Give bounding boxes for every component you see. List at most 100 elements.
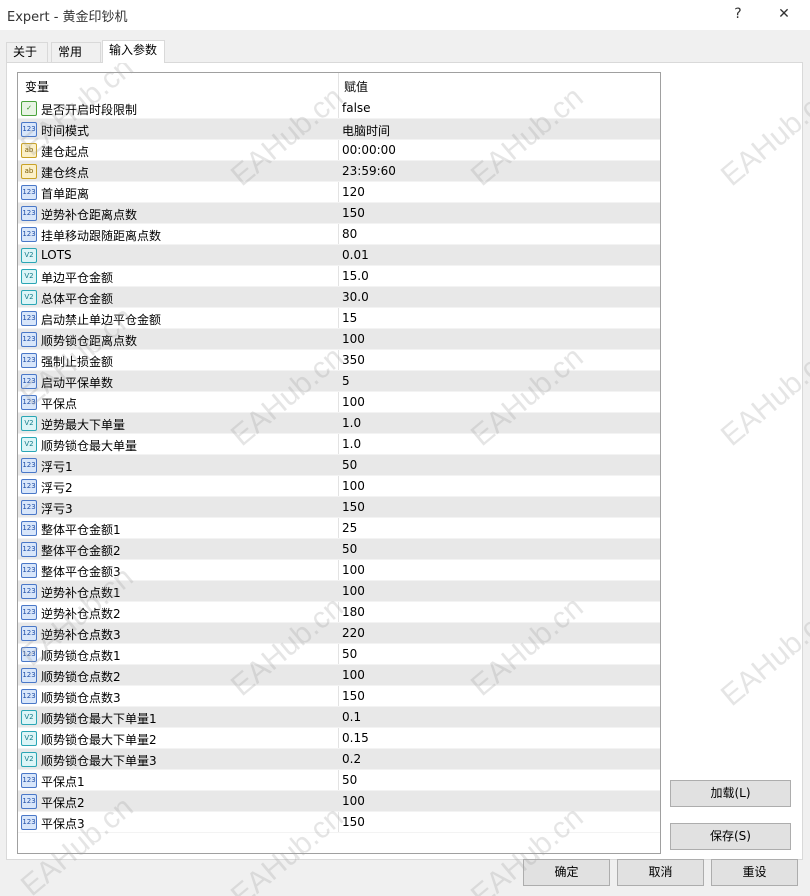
parameter-name: 顺势锁仓最大下单量2: [41, 733, 157, 747]
parameter-value[interactable]: 350: [342, 353, 365, 367]
table-row[interactable]: V2 单边平仓金额 15.0: [18, 266, 660, 287]
table-row[interactable]: V2 逆势最大下单量 1.0: [18, 413, 660, 434]
table-row[interactable]: 123 时间模式 电脑时间: [18, 119, 660, 140]
table-row[interactable]: 123 平保点3 150: [18, 812, 660, 833]
table-row[interactable]: ab 建仓终点 23:59:60: [18, 161, 660, 182]
help-button[interactable]: ?: [723, 2, 753, 26]
grid-header: 变量 赋值: [18, 73, 660, 97]
parameter-value[interactable]: 150: [342, 500, 365, 514]
table-row[interactable]: 123 强制止损金额 350: [18, 350, 660, 371]
table-row[interactable]: V2 顺势锁仓最大单量 1.0: [18, 434, 660, 455]
parameter-value[interactable]: 5: [342, 374, 350, 388]
column-header-value[interactable]: 赋值: [344, 78, 368, 95]
tab-common[interactable]: 常用: [51, 42, 101, 62]
parameter-value[interactable]: 0.2: [342, 752, 361, 766]
reset-button[interactable]: 重设: [711, 859, 798, 886]
table-row[interactable]: 123 平保点 100: [18, 392, 660, 413]
parameter-value[interactable]: 15.0: [342, 269, 369, 283]
table-row[interactable]: V2 LOTS 0.01: [18, 245, 660, 266]
parameter-name: 逆势补仓点数1: [41, 586, 121, 600]
parameter-value[interactable]: 100: [342, 668, 365, 682]
table-row[interactable]: 123 整体平仓金额3 100: [18, 560, 660, 581]
parameter-value[interactable]: 80: [342, 227, 357, 241]
table-row[interactable]: 123 整体平仓金额1 25: [18, 518, 660, 539]
int-icon: 123: [21, 458, 37, 473]
parameter-value[interactable]: 220: [342, 626, 365, 640]
ok-button[interactable]: 确定: [523, 859, 610, 886]
int-icon: 123: [21, 227, 37, 242]
table-row[interactable]: 123 顺势锁仓点数3 150: [18, 686, 660, 707]
table-row[interactable]: 123 启动禁止单边平仓金额 15: [18, 308, 660, 329]
parameter-value[interactable]: 120: [342, 185, 365, 199]
parameter-value[interactable]: 0.01: [342, 248, 369, 262]
parameter-name: 顺势锁仓点数2: [41, 670, 121, 684]
int-icon: 123: [21, 773, 37, 788]
column-header-variable[interactable]: 变量: [25, 78, 49, 95]
table-row[interactable]: 123 启动平保单数 5: [18, 371, 660, 392]
parameter-value[interactable]: 23:59:60: [342, 164, 396, 178]
parameter-value[interactable]: 25: [342, 521, 357, 535]
parameter-name: 浮亏2: [41, 481, 73, 495]
string-icon: ab: [21, 143, 37, 158]
parameter-value[interactable]: 0.15: [342, 731, 369, 745]
parameter-name: 逆势最大下单量: [41, 418, 126, 432]
table-row[interactable]: 123 浮亏2 100: [18, 476, 660, 497]
parameter-value[interactable]: 150: [342, 815, 365, 829]
parameter-value[interactable]: 电脑时间: [342, 122, 390, 139]
table-row[interactable]: V2 总体平仓金额 30.0: [18, 287, 660, 308]
parameter-value[interactable]: false: [342, 101, 371, 115]
parameter-value[interactable]: 100: [342, 794, 365, 808]
int-icon: 123: [21, 584, 37, 599]
table-row[interactable]: 123 平保点1 50: [18, 770, 660, 791]
parameter-name: 单边平仓金额: [41, 271, 114, 285]
parameter-name: 平保点1: [41, 775, 85, 789]
table-row[interactable]: 123 整体平仓金额2 50: [18, 539, 660, 560]
double-icon: V2: [21, 269, 37, 284]
parameter-value[interactable]: 0.1: [342, 710, 361, 724]
table-row[interactable]: 123 逆势补仓点数2 180: [18, 602, 660, 623]
parameter-value[interactable]: 00:00:00: [342, 143, 396, 157]
parameter-value[interactable]: 30.0: [342, 290, 369, 304]
parameter-value[interactable]: 15: [342, 311, 357, 325]
table-row[interactable]: 123 浮亏3 150: [18, 497, 660, 518]
parameter-value[interactable]: 50: [342, 647, 357, 661]
table-row[interactable]: ab 建仓起点 00:00:00: [18, 140, 660, 161]
table-row[interactable]: 123 首单距离 120: [18, 182, 660, 203]
tab-inputs[interactable]: 输入参数: [102, 40, 165, 63]
int-icon: 123: [21, 479, 37, 494]
parameter-value[interactable]: 100: [342, 479, 365, 493]
table-row[interactable]: 123 平保点2 100: [18, 791, 660, 812]
parameter-value[interactable]: 100: [342, 584, 365, 598]
table-row[interactable]: 123 顺势锁仓距离点数 100: [18, 329, 660, 350]
parameter-value[interactable]: 100: [342, 563, 365, 577]
parameter-value[interactable]: 50: [342, 773, 357, 787]
close-button[interactable]: ✕: [769, 2, 799, 26]
parameter-value[interactable]: 100: [342, 395, 365, 409]
tab-about[interactable]: 关于: [6, 42, 48, 62]
cancel-button[interactable]: 取消: [617, 859, 704, 886]
table-row[interactable]: 123 顺势锁仓点数1 50: [18, 644, 660, 665]
table-row[interactable]: 123 挂单移动跟随距离点数 80: [18, 224, 660, 245]
parameter-value[interactable]: 150: [342, 689, 365, 703]
table-row[interactable]: V2 顺势锁仓最大下单量2 0.15: [18, 728, 660, 749]
parameter-value[interactable]: 180: [342, 605, 365, 619]
table-row[interactable]: 123 浮亏1 50: [18, 455, 660, 476]
table-row[interactable]: ✓ 是否开启时段限制 false: [18, 98, 660, 119]
parameter-value[interactable]: 50: [342, 458, 357, 472]
int-icon: 123: [21, 332, 37, 347]
table-row[interactable]: 123 逆势补仓点数3 220: [18, 623, 660, 644]
table-row[interactable]: 123 顺势锁仓点数2 100: [18, 665, 660, 686]
parameter-name: 平保点3: [41, 817, 85, 831]
parameter-value[interactable]: 100: [342, 332, 365, 346]
parameter-value[interactable]: 1.0: [342, 416, 361, 430]
parameter-value[interactable]: 50: [342, 542, 357, 556]
save-button[interactable]: 保存(S): [670, 823, 791, 850]
parameter-value[interactable]: 150: [342, 206, 365, 220]
table-row[interactable]: V2 顺势锁仓最大下单量3 0.2: [18, 749, 660, 770]
table-row[interactable]: V2 顺势锁仓最大下单量1 0.1: [18, 707, 660, 728]
parameter-value[interactable]: 1.0: [342, 437, 361, 451]
table-row[interactable]: 123 逆势补仓距离点数 150: [18, 203, 660, 224]
title-bar: Expert - 黄金印钞机 ? ✕: [0, 0, 810, 30]
table-row[interactable]: 123 逆势补仓点数1 100: [18, 581, 660, 602]
load-button[interactable]: 加载(L): [670, 780, 791, 807]
